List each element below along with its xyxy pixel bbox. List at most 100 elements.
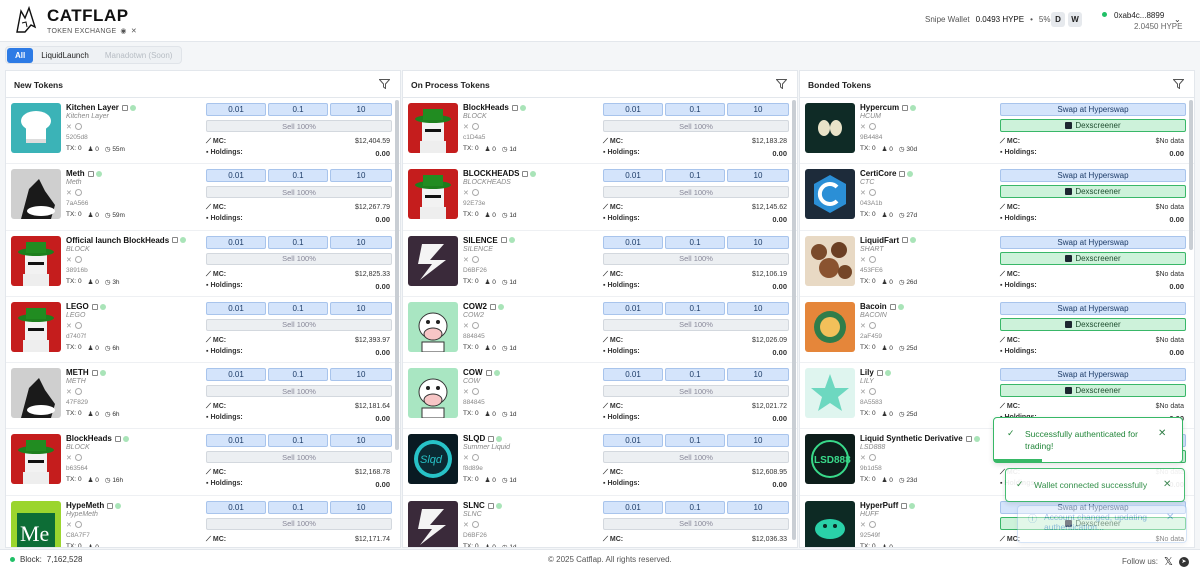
token-row[interactable]: Official launch BlockHeads BLOCK ✕ 38916b TX… — [6, 231, 400, 297]
sell-100-button[interactable]: Sell 100% — [603, 252, 789, 265]
sell-100-button[interactable]: Sell 100% — [603, 517, 789, 530]
token-name-row[interactable]: LEGO — [66, 302, 106, 311]
buy-0.01-button[interactable]: 0.01 — [603, 103, 663, 116]
buy-0.01-button[interactable]: 0.01 — [603, 235, 663, 249]
globe-icon[interactable] — [74, 189, 82, 197]
token-name-row[interactable]: BlockHeads — [463, 103, 526, 112]
x-icon[interactable]: ✕ — [463, 322, 469, 330]
buy-0.1-button[interactable]: 0.1 — [268, 103, 328, 116]
swap-hyperswap-button[interactable]: Swap at Hyperswap — [1000, 169, 1186, 183]
token-image[interactable] — [408, 301, 458, 352]
x-icon[interactable]: ✕ — [66, 322, 72, 330]
token-address[interactable]: 9B4484 — [860, 134, 882, 141]
buy-0.01-button[interactable]: 0.01 — [603, 169, 663, 183]
token-image[interactable] — [805, 500, 855, 547]
token-address[interactable]: 7aA566 — [66, 200, 88, 207]
globe-icon[interactable] — [74, 454, 82, 462]
token-row[interactable]: SLNC SLNC ✕ D6BF26 TX: 0 ♟ 0 ◷ 1d 0.01 0.1 10 Sell… — [403, 496, 797, 547]
x-icon[interactable]: ✕ — [860, 322, 866, 330]
token-row[interactable]: BLOCKHEADS BLOCKHEADS ✕ 92E73e TX: 0 ♟ 0 ◷ 1d 0… — [403, 164, 797, 231]
token-name-row[interactable]: Bacoin — [860, 302, 904, 311]
buy-0.1-button[interactable]: 0.1 — [665, 434, 725, 448]
close-icon[interactable]: ✕ — [1166, 512, 1174, 523]
x-icon[interactable]: ✕ — [463, 123, 469, 131]
globe-icon[interactable] — [74, 123, 82, 130]
buy-0.1-button[interactable]: 0.1 — [665, 103, 725, 116]
copy-icon[interactable] — [899, 171, 906, 178]
token-address[interactable]: 884845 — [463, 399, 485, 406]
globe-icon[interactable] — [471, 321, 479, 329]
buy-0.01-button[interactable]: 0.01 — [603, 301, 663, 315]
copy-icon[interactable] — [91, 303, 98, 310]
token-image[interactable] — [11, 235, 61, 286]
x-icon[interactable]: ✕ — [463, 521, 469, 529]
copy-icon[interactable] — [91, 370, 98, 377]
close-icon[interactable]: ✕ — [1163, 479, 1171, 490]
buy-0.01-button[interactable]: 0.01 — [603, 500, 663, 514]
sell-100-button[interactable]: Sell 100% — [206, 318, 392, 331]
token-name-row[interactable]: Official launch BlockHeads — [66, 236, 187, 245]
token-name-row[interactable]: BlockHeads — [66, 434, 129, 443]
buy-10-button[interactable]: 10 — [330, 103, 392, 116]
sell-100-button[interactable]: Sell 100% — [603, 186, 789, 199]
buy-10-button[interactable]: 10 — [727, 169, 789, 183]
token-image[interactable] — [805, 169, 855, 220]
sell-100-button[interactable]: Sell 100% — [603, 318, 789, 331]
x-icon[interactable]: ✕ — [860, 454, 866, 462]
token-name-row[interactable]: Liquid Synthetic Derivative — [860, 434, 980, 443]
buy-10-button[interactable]: 10 — [330, 235, 392, 249]
scrollbar[interactable] — [1189, 100, 1193, 250]
globe-icon[interactable] — [868, 388, 876, 396]
sell-100-button[interactable]: Sell 100% — [206, 517, 392, 530]
buy-10-button[interactable]: 10 — [330, 434, 392, 448]
copy-icon[interactable] — [902, 104, 909, 111]
x-icon[interactable]: ✕ — [131, 27, 137, 35]
swap-hyperswap-button[interactable]: Swap at Hyperswap — [1000, 103, 1186, 116]
token-image[interactable] — [805, 301, 855, 352]
token-image[interactable] — [408, 500, 458, 547]
filter-tab-all[interactable]: All — [7, 48, 34, 63]
globe-icon[interactable] — [74, 321, 82, 329]
globe-icon[interactable] — [74, 520, 82, 528]
buy-0.1-button[interactable]: 0.1 — [268, 169, 328, 183]
buy-0.01-button[interactable]: 0.01 — [206, 500, 266, 514]
globe-icon[interactable] — [471, 454, 479, 462]
buy-10-button[interactable]: 10 — [727, 434, 789, 448]
token-address[interactable]: 884845 — [463, 333, 485, 340]
buy-0.1-button[interactable]: 0.1 — [665, 169, 725, 183]
buy-10-button[interactable]: 10 — [330, 500, 392, 514]
token-address[interactable]: D6BF26 — [463, 532, 487, 539]
buy-0.1-button[interactable]: 0.1 — [665, 235, 725, 249]
token-row[interactable]: CertiCore CTC ✕ 043A1b TX: 0 ♟ 0 ◷ 27d Swap at … — [800, 164, 1194, 231]
buy-10-button[interactable]: 10 — [330, 169, 392, 183]
token-address[interactable]: C8A7F7 — [66, 532, 90, 539]
filter-icon[interactable] — [1173, 79, 1184, 89]
sell-100-button[interactable]: Sell 100% — [206, 385, 392, 398]
buy-0.01-button[interactable]: 0.01 — [206, 169, 266, 183]
copy-icon[interactable] — [965, 436, 972, 443]
token-image[interactable] — [805, 103, 855, 153]
buy-0.1-button[interactable]: 0.1 — [268, 301, 328, 315]
sell-100-button[interactable]: Sell 100% — [206, 186, 392, 199]
copy-icon[interactable] — [87, 171, 94, 178]
token-image[interactable] — [408, 103, 458, 153]
dexscreener-button[interactable]: Dexscreener — [1000, 185, 1186, 199]
buy-10-button[interactable]: 10 — [727, 235, 789, 249]
globe-icon[interactable] — [74, 388, 82, 396]
token-image[interactable] — [805, 235, 855, 286]
telegram-icon[interactable]: ➤ — [1178, 556, 1189, 567]
swap-hyperswap-button[interactable]: Swap at Hyperswap — [1000, 235, 1186, 249]
token-image[interactable]: Slqd — [408, 434, 458, 485]
globe-icon[interactable] — [868, 454, 876, 462]
mode-w-button[interactable]: W — [1068, 12, 1082, 27]
sell-100-button[interactable]: Sell 100% — [603, 385, 789, 398]
buy-0.01-button[interactable]: 0.01 — [206, 434, 266, 448]
filter-icon[interactable] — [379, 79, 390, 89]
token-image[interactable] — [408, 169, 458, 220]
token-row[interactable]: SILENCE SILENCE ✕ D6BF26 TX: 0 ♟ 0 ◷ 1d 0.01 0.1… — [403, 231, 797, 297]
copy-icon[interactable] — [522, 171, 529, 178]
token-row[interactable]: LiquidFart SHART ✕ 453FE6 TX: 0 ♟ 0 ◷ 26d Swap … — [800, 231, 1194, 297]
globe-icon[interactable] — [471, 520, 479, 528]
token-image[interactable] — [11, 434, 61, 485]
token-name-row[interactable]: LiquidFart — [860, 236, 917, 245]
